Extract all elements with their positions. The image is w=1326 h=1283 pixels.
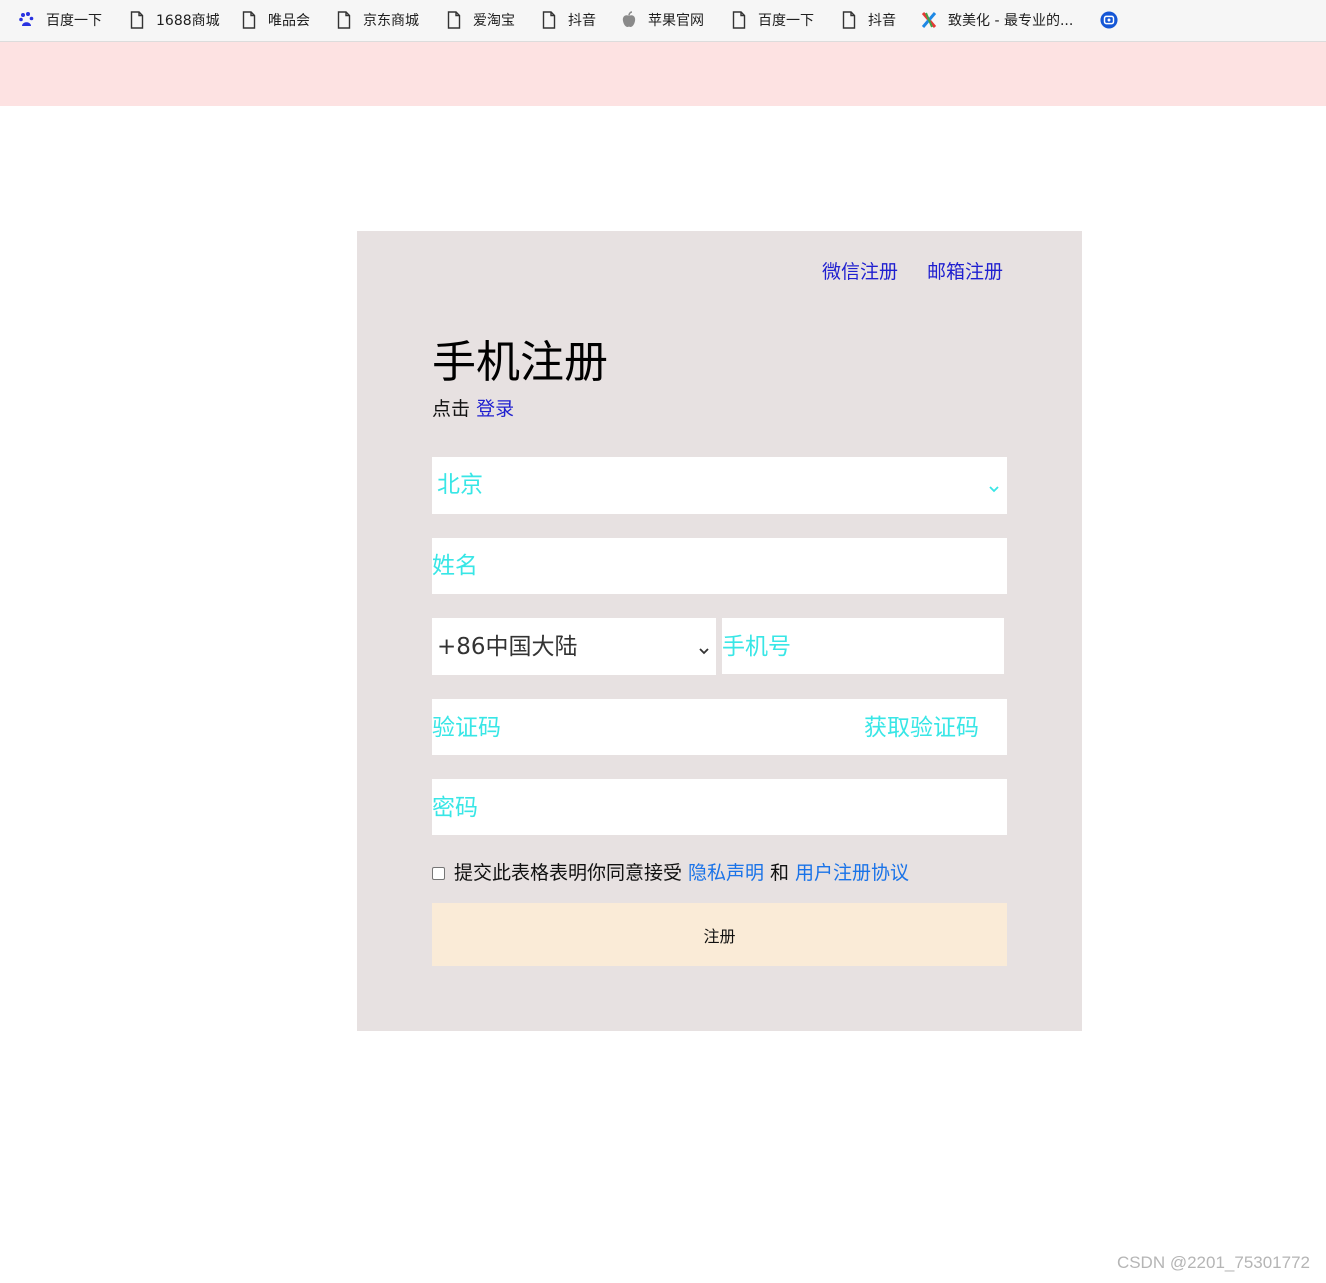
baidu-paw-icon xyxy=(18,11,36,29)
watermark: CSDN @2201_75301772 xyxy=(1116,1253,1310,1272)
bookmark-label: 唯品会 xyxy=(268,13,310,29)
bookmark-label: 致美化 - 最专业的... xyxy=(948,13,1074,29)
apple-icon xyxy=(620,11,638,29)
country-code-value: +86中国大陆 xyxy=(437,634,578,660)
bookmark-label: 抖音 xyxy=(568,13,596,29)
chevron-down-icon xyxy=(988,479,1000,498)
page-icon xyxy=(240,11,258,29)
city-select[interactable]: 北京 xyxy=(432,457,1007,514)
zhimeihua-icon xyxy=(920,11,938,29)
get-code-button[interactable]: 获取验证码 xyxy=(864,713,979,743)
app-circle-icon xyxy=(1100,11,1118,29)
page-icon xyxy=(128,11,146,29)
bookmark-label: 1688商城 xyxy=(156,13,220,29)
bookmark-vip[interactable]: 唯品会 xyxy=(240,9,310,31)
bookmark-label: 百度一下 xyxy=(758,13,814,29)
phone-input[interactable]: 手机号 xyxy=(722,618,1004,674)
top-banner xyxy=(0,42,1326,106)
and-text: 和 xyxy=(770,862,790,884)
wechat-register-link[interactable]: 微信注册 xyxy=(822,257,898,284)
chevron-down-icon xyxy=(698,641,710,660)
register-button-label: 注册 xyxy=(703,926,736,946)
bookmark-zhimeihua[interactable]: 致美化 - 最专业的... xyxy=(920,9,1073,31)
page-title: 手机注册 xyxy=(432,337,608,388)
code-placeholder: 验证码 xyxy=(432,715,501,741)
password-input[interactable]: 密码 xyxy=(432,779,1007,835)
agreement-row: 提交此表格表明你同意接受 隐私声明 和 用户注册协议 xyxy=(432,860,909,886)
register-button[interactable]: 注册 xyxy=(432,903,1007,966)
name-placeholder: 姓名 xyxy=(432,553,478,579)
bookmark-aitaobao[interactable]: 爱淘宝 xyxy=(445,9,515,31)
bookmark-baidu-2[interactable]: 百度一下 xyxy=(730,9,814,31)
email-register-link[interactable]: 邮箱注册 xyxy=(927,257,1003,284)
bookmarks-bar: 百度一下 1688商城 唯品会 京东商城 爱淘宝 抖音 苹果官网 百度一下 抖音… xyxy=(0,0,1326,42)
bookmark-baidu[interactable]: 百度一下 xyxy=(18,9,102,31)
bookmark-label: 百度一下 xyxy=(46,13,102,29)
login-link[interactable]: 登录 xyxy=(476,398,514,420)
bookmark-label: 抖音 xyxy=(868,13,896,29)
privacy-link[interactable]: 隐私声明 xyxy=(688,860,764,886)
page-icon xyxy=(540,11,558,29)
agree-text: 提交此表格表明你同意接受 xyxy=(454,862,683,884)
phone-placeholder: 手机号 xyxy=(722,634,791,660)
bookmark-label: 京东商城 xyxy=(363,13,419,29)
bookmark-douyin-2[interactable]: 抖音 xyxy=(840,9,896,31)
bookmark-jd[interactable]: 京东商城 xyxy=(335,9,419,31)
bookmark-app[interactable] xyxy=(1100,9,1128,31)
page-icon xyxy=(445,11,463,29)
login-hint: 点击 登录 xyxy=(432,396,514,422)
city-select-value: 北京 xyxy=(437,472,483,498)
bookmark-label: 爱淘宝 xyxy=(473,13,515,29)
bookmark-apple[interactable]: 苹果官网 xyxy=(620,9,704,31)
page-icon xyxy=(335,11,353,29)
bookmark-label: 苹果官网 xyxy=(648,13,704,29)
bookmark-1688[interactable]: 1688商城 xyxy=(128,9,220,31)
login-prefix: 点击 xyxy=(432,398,471,420)
page-icon xyxy=(840,11,858,29)
name-input[interactable]: 姓名 xyxy=(432,538,1007,594)
bookmark-douyin[interactable]: 抖音 xyxy=(540,9,596,31)
terms-link[interactable]: 用户注册协议 xyxy=(795,860,909,886)
agree-checkbox[interactable] xyxy=(432,866,445,880)
password-placeholder: 密码 xyxy=(432,795,478,821)
country-code-select[interactable]: +86中国大陆 xyxy=(432,618,716,675)
page-icon xyxy=(730,11,748,29)
